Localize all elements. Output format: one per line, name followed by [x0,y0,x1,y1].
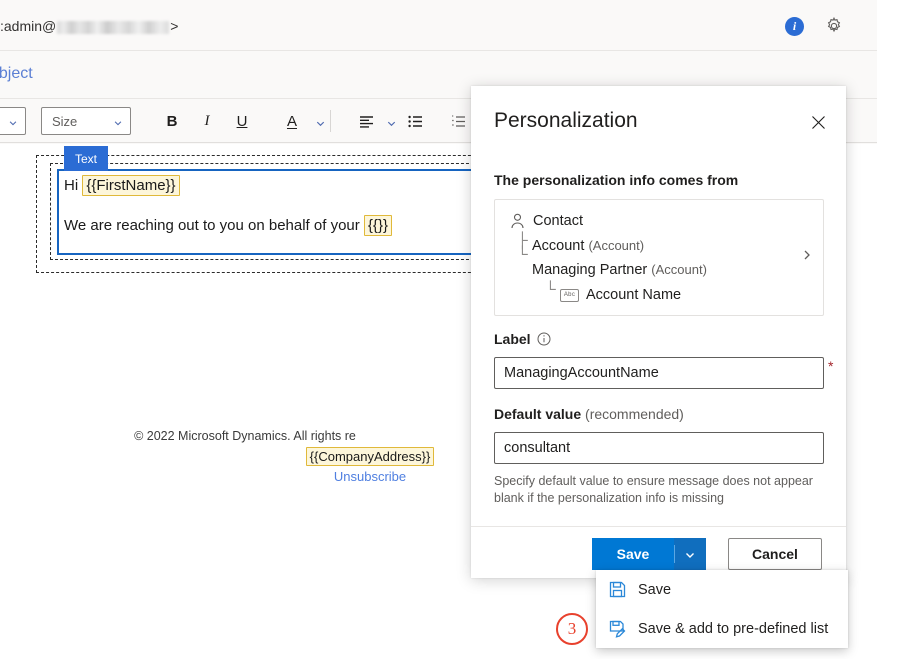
save-dropdown-menu: Save Save & add to pre-defined list [596,570,848,648]
default-value-input[interactable]: consultant [494,432,824,464]
font-size-value: Size [52,114,77,129]
tree-node-type: (Account) [651,262,707,277]
step-annotation-number: 3 [568,619,577,639]
right-gutter [877,0,900,659]
screenshot-root: :admin@ > i ubject [0,0,900,659]
bulleted-list-button[interactable] [401,107,429,135]
abc-icon: Abc [560,289,579,302]
chevron-down-icon [113,116,123,126]
default-value-input-value: consultant [504,440,570,456]
cancel-button-label: Cancel [752,546,798,562]
tree-node-account[interactable]: Account (Account) [532,238,644,254]
empty-personalization-token[interactable]: {{}} [364,215,392,236]
panel-title: Personalization [494,109,638,133]
tree-elbow-icon: └ [517,247,528,262]
default-value-header: Default value (recommended) [494,406,684,422]
bold-icon: B [167,113,178,130]
menu-item-save-add-predefined[interactable]: Save & add to pre-defined list [596,609,848,648]
label-input-value: ManagingAccountName [504,365,659,381]
italic-button[interactable]: I [193,107,221,135]
personalization-panel: Personalization The personalization info… [471,86,846,578]
label-field-title: Label [494,331,531,347]
close-icon[interactable] [806,110,830,134]
font-color-icon: A [287,113,297,130]
default-value-title: Default value [494,406,581,422]
firstname-token[interactable]: {{FirstName}} [82,175,179,196]
email-footer-copyright: © 2022 Microsoft Dynamics. All rights re [0,429,490,443]
from-address: :admin@ > [0,18,178,34]
tree-node-label: Contact [533,213,583,229]
header-icon-group: i [785,16,844,36]
underline-button[interactable]: U [228,107,256,135]
from-address-suffix: > [170,18,178,34]
mail-header-bar: :admin@ > i [0,0,877,51]
tree-node-type: (Account) [588,238,644,253]
numbered-list-button[interactable] [444,107,472,135]
step-annotation-3: 3 [556,613,588,645]
redacted-domain [57,21,169,34]
panel-footer-divider [471,526,846,527]
chevron-right-icon[interactable] [801,248,813,260]
from-address-prefix: :admin@ [0,18,56,34]
menu-item-label: Save [638,582,671,598]
save-split-button[interactable]: Save [592,538,706,570]
toolbar-divider [330,110,331,132]
tree-node-label: Account Name [586,287,681,303]
source-heading: The personalization info comes from [494,172,738,188]
personalization-source-tree: Contact ├ Account (Account) └ Managing P… [494,199,824,316]
chevron-down-icon [386,116,397,127]
company-address-token[interactable]: {{CompanyAddress}} [306,447,435,466]
subject-text: ubject [0,65,33,83]
align-button[interactable] [352,107,380,135]
default-value-subtitle: (recommended) [585,406,684,422]
default-value-helper-text: Specify default value to ensure message … [494,473,814,507]
italic-icon: I [205,113,210,130]
chevron-down-icon [315,116,326,127]
save-dropdown-toggle[interactable] [674,538,706,570]
tree-node-managing-partner[interactable]: Managing Partner (Account) [532,262,707,278]
info-icon[interactable]: i [785,17,804,36]
chevron-down-icon [8,116,18,126]
tree-node-label: Account [532,238,584,254]
save-disk-icon [608,580,627,599]
menu-item-save[interactable]: Save [596,570,848,609]
font-size-select[interactable]: Size [41,107,131,135]
gear-icon[interactable] [824,16,844,36]
greeting-text: Hi [64,177,82,194]
save-button[interactable]: Save [592,538,674,570]
tree-node-account-name[interactable]: Abc Account Name [560,287,681,303]
email-body-line-2: We are reaching out to you on behalf of … [64,217,392,234]
save-button-label: Save [617,546,650,562]
font-family-select[interactable] [0,107,26,135]
save-edit-icon [608,619,627,638]
required-marker: * [828,358,833,374]
underline-icon: U [237,113,248,130]
label-input[interactable]: ManagingAccountName [494,357,824,389]
email-body-line-1: Hi {{FirstName}} [64,177,180,194]
info-outline-icon[interactable] [537,332,551,346]
menu-item-label: Save & add to pre-defined list [638,621,828,637]
block-type-badge: Text [64,146,108,171]
label-field-header: Label [494,331,551,347]
bold-button[interactable]: B [158,107,186,135]
font-color-button[interactable]: A [278,107,306,135]
tree-node-label: Managing Partner [532,262,647,278]
body-sentence-text: We are reaching out to you on behalf of … [64,217,364,234]
info-icon-glyph: i [793,20,796,32]
cancel-button[interactable]: Cancel [728,538,822,570]
tree-elbow-icon: └ [545,282,556,297]
chevron-down-icon [684,548,696,560]
tree-node-contact[interactable]: Contact [510,213,583,229]
person-icon [510,213,525,229]
